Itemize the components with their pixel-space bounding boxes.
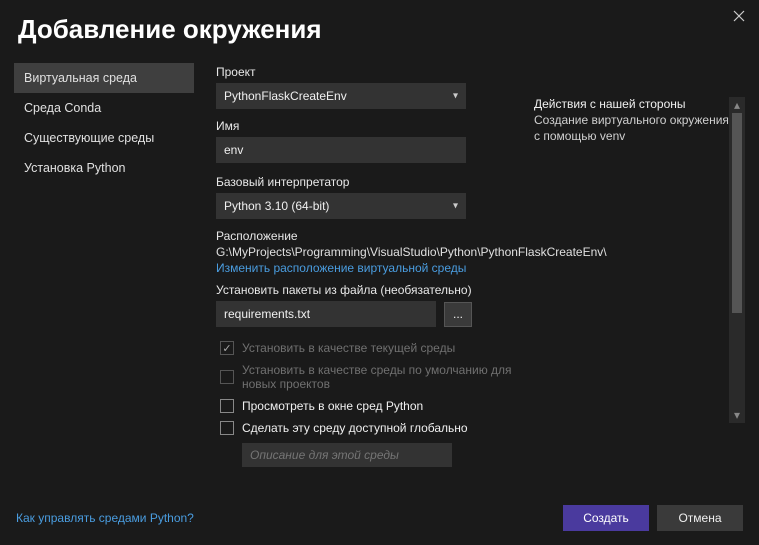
interpreter-label: Базовый интерпретатор bbox=[216, 175, 526, 189]
sidebar-item-existing[interactable]: Существующие среды bbox=[14, 123, 194, 153]
change-location-link[interactable]: Изменить расположение виртуальной среды bbox=[216, 261, 466, 275]
location-path: G:\MyProjects\Programming\VisualStudio\P… bbox=[216, 245, 526, 259]
checkbox-icon bbox=[220, 341, 234, 355]
check-set-current: Установить в качестве текущей среды bbox=[220, 341, 526, 355]
name-input[interactable] bbox=[216, 137, 466, 163]
name-label: Имя bbox=[216, 119, 526, 133]
scroll-down-icon[interactable]: ▾ bbox=[729, 407, 745, 423]
checkbox-icon bbox=[220, 370, 234, 384]
browse-button[interactable]: ... bbox=[444, 302, 472, 327]
packages-label: Установить пакеты из файла (необязательн… bbox=[216, 283, 526, 297]
cancel-button[interactable]: Отмена bbox=[657, 505, 743, 531]
sidebar-item-conda[interactable]: Среда Conda bbox=[14, 93, 194, 123]
scroll-up-icon[interactable]: ▴ bbox=[729, 97, 745, 113]
checkbox-icon bbox=[220, 421, 234, 435]
interpreter-select[interactable]: Python 3.10 (64-bit) bbox=[216, 193, 466, 219]
sidebar: Виртуальная среда Среда Conda Существующ… bbox=[14, 63, 194, 483]
dialog-title: Добавление окружения bbox=[0, 0, 759, 63]
help-link[interactable]: Как управлять средами Python? bbox=[16, 511, 194, 525]
location-label: Расположение bbox=[216, 229, 526, 243]
check-set-default: Установить в качестве среды по умолчанию… bbox=[220, 363, 526, 391]
info-panel: Действия с нашей стороны Создание виртуа… bbox=[534, 63, 729, 483]
close-button[interactable] bbox=[729, 6, 749, 26]
scrollbar[interactable]: ▴ ▾ bbox=[729, 97, 745, 423]
create-button[interactable]: Создать bbox=[563, 505, 649, 531]
form-area: Проект PythonFlaskCreateEnv Имя Базовый … bbox=[216, 63, 526, 483]
checkbox-icon bbox=[220, 399, 234, 413]
footer: Как управлять средами Python? Создать От… bbox=[0, 491, 759, 545]
description-input[interactable] bbox=[242, 443, 452, 467]
info-description: Создание виртуального окружения с помощь… bbox=[534, 113, 729, 144]
check-view-window[interactable]: Просмотреть в окне сред Python bbox=[220, 399, 526, 413]
project-select[interactable]: PythonFlaskCreateEnv bbox=[216, 83, 466, 109]
close-icon bbox=[733, 10, 745, 22]
check-make-global[interactable]: Сделать эту среду доступной глобально bbox=[220, 421, 526, 435]
sidebar-item-install-python[interactable]: Установка Python bbox=[14, 153, 194, 183]
packages-file-input[interactable] bbox=[216, 301, 436, 327]
project-label: Проект bbox=[216, 65, 526, 79]
sidebar-item-virtualenv[interactable]: Виртуальная среда bbox=[14, 63, 194, 93]
info-heading: Действия с нашей стороны bbox=[534, 97, 729, 111]
scroll-thumb[interactable] bbox=[732, 113, 742, 313]
